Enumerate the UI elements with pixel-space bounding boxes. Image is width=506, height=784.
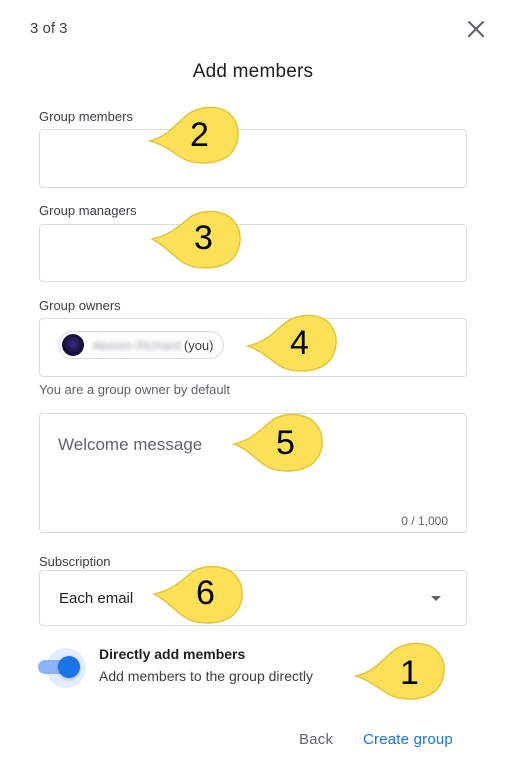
callout-3: 3 [149, 207, 246, 271]
callout-4: 4 [245, 310, 342, 374]
close-icon [468, 21, 484, 37]
callout-6: 6 [151, 562, 248, 626]
avatar [62, 334, 84, 356]
toggle-title: Directly add members [99, 646, 246, 662]
step-indicator: 3 of 3 [30, 20, 68, 37]
callout-1: 1 [353, 638, 450, 702]
callout-number: 2 [190, 116, 209, 154]
subscription-label: Subscription [39, 554, 111, 569]
callout-5: 5 [231, 410, 328, 474]
create-group-button[interactable]: Create group [363, 731, 453, 748]
owner-name: Akeem Richard [92, 337, 181, 353]
welcome-message-placeholder: Welcome message [58, 435, 203, 454]
toggle-thumb [58, 656, 80, 678]
callout-number: 3 [194, 219, 213, 257]
callout-number: 1 [400, 654, 419, 692]
character-counter: 0 / 1,000 [401, 514, 448, 528]
dialog-title: Add members [192, 61, 314, 82]
dropdown-arrow-icon [431, 596, 441, 601]
callout-number: 5 [276, 424, 295, 462]
subscription-select[interactable]: Each email [39, 570, 467, 626]
subscription-value: Each email [59, 590, 134, 607]
group-members-input[interactable] [39, 129, 467, 188]
callout-number: 6 [196, 574, 215, 612]
toggle-description: Add members to the group directly [99, 668, 313, 684]
group-owner-hint: You are a group owner by default [39, 382, 231, 397]
directly-add-members-toggle[interactable] [38, 648, 86, 688]
group-members-label: Group members [39, 109, 133, 124]
callout-number: 4 [290, 324, 309, 362]
callout-2: 2 [147, 102, 244, 166]
back-button[interactable]: Back [299, 731, 333, 748]
close-button[interactable] [462, 15, 490, 43]
group-managers-label: Group managers [39, 203, 137, 218]
owner-you-label: (you) [183, 337, 214, 353]
group-managers-input[interactable] [39, 224, 467, 282]
group-owners-label: Group owners [39, 298, 121, 313]
add-members-dialog: 3 of 3 Add members Group members Group m… [0, 0, 506, 784]
owner-chip[interactable]: Akeem Richard (you) [58, 331, 224, 359]
